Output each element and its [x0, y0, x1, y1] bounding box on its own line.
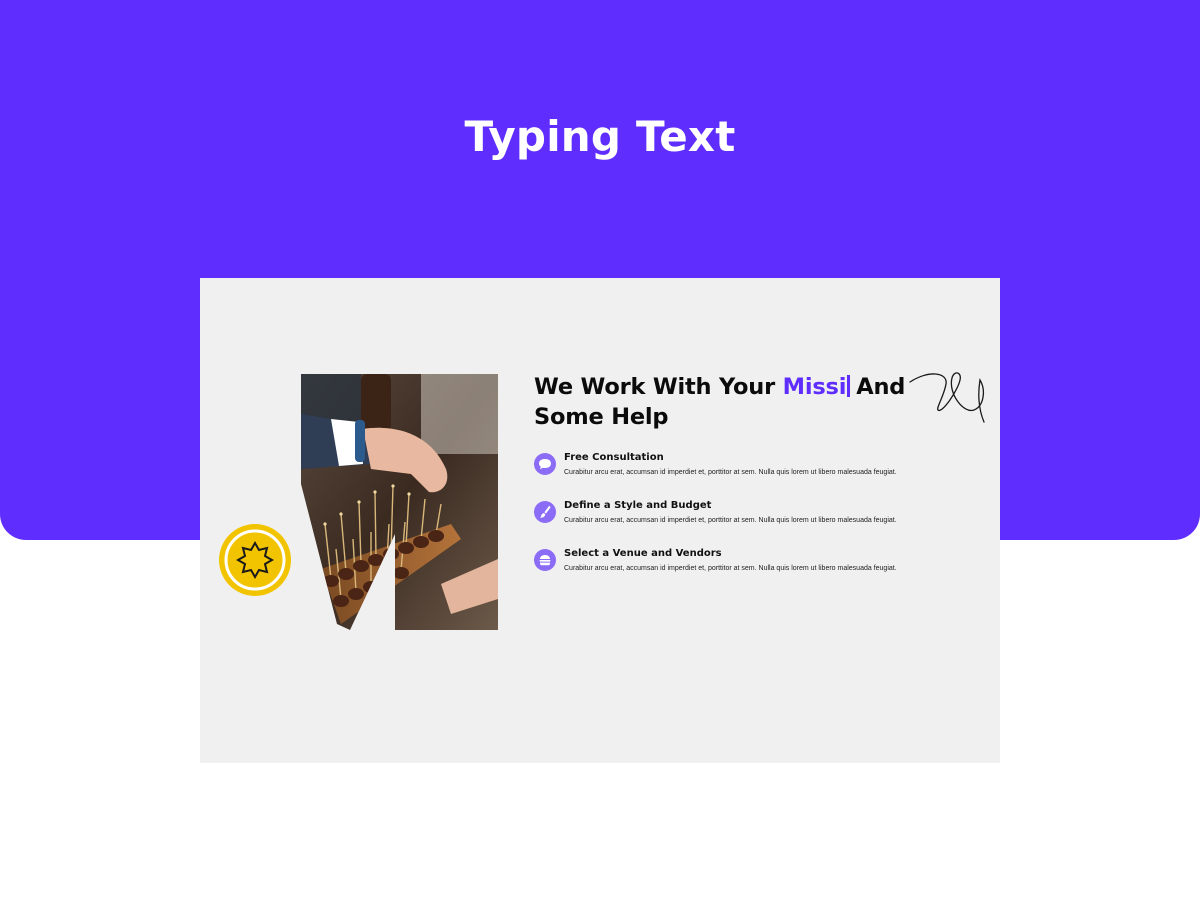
- section-headline: We Work With Your Missi And Some Help: [534, 372, 954, 432]
- feature-description: Curabitur arcu erat, accumsan id imperdi…: [564, 565, 897, 572]
- banner-title: Typing Text: [464, 112, 736, 161]
- preview-card: We Work With Your Missi And Some Help Fre…: [200, 278, 1000, 763]
- feature-description: Curabitur arcu erat, accumsan id imperdi…: [564, 469, 897, 476]
- typing-cursor: [847, 375, 851, 397]
- burger-icon: [534, 549, 556, 571]
- catering-photo: [301, 374, 498, 630]
- feature-title: Define a Style and Budget: [564, 500, 712, 511]
- headline-lead-text: We Work With Your: [534, 374, 783, 400]
- feature-description: Curabitur arcu erat, accumsan id imperdi…: [564, 517, 897, 524]
- badge: [219, 524, 291, 596]
- typed-text: Missi: [782, 374, 847, 400]
- feature-title: Free Consultation: [564, 452, 664, 463]
- paintbrush-icon: [534, 501, 556, 523]
- chat-bubble-icon: [534, 453, 556, 475]
- squiggle-decoration: [909, 372, 985, 423]
- feature-title: Select a Venue and Vendors: [564, 548, 722, 559]
